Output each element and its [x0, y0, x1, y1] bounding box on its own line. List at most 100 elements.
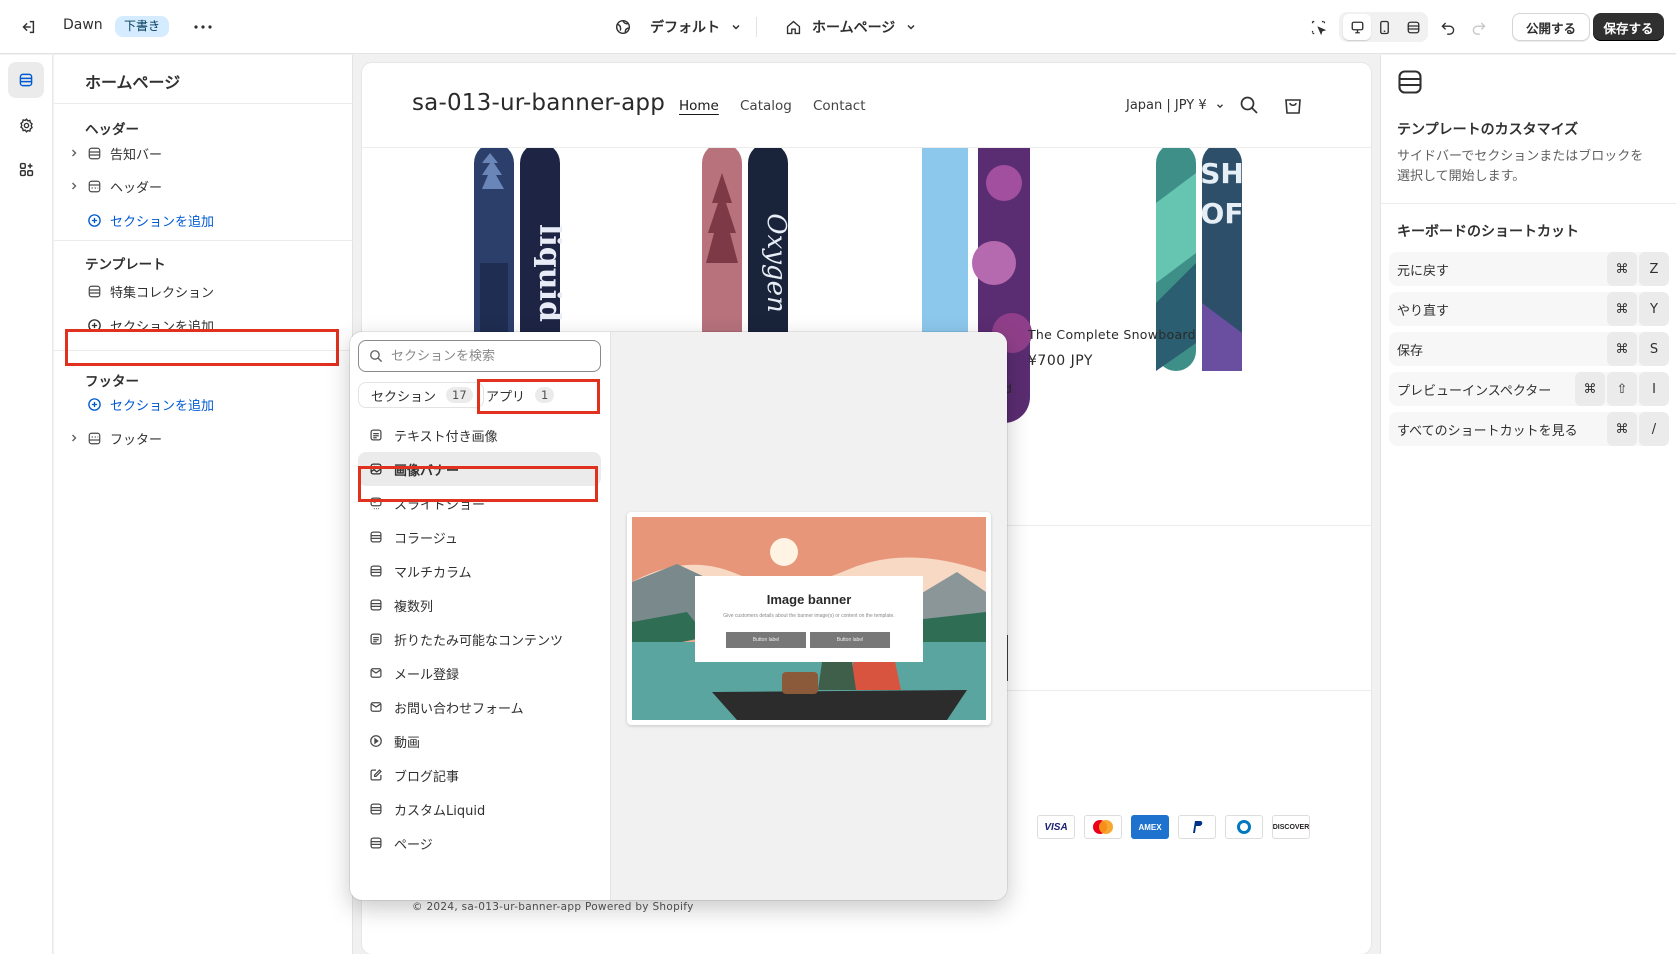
section-option-blog-posts[interactable]: ブログ記事: [358, 758, 601, 792]
theme-style-label: デフォルト: [650, 20, 720, 36]
sidebar-item-label: ヘッダー: [110, 180, 163, 196]
tab-sections[interactable]: セクション 17: [358, 382, 484, 408]
divider: [54, 103, 353, 104]
section-icon: [84, 143, 104, 163]
product-title[interactable]: The Complete Snowboard: [1028, 327, 1196, 342]
sidebar-item-label: 特集コレクション: [110, 285, 215, 301]
sidebar-item-header[interactable]: ヘッダー: [66, 171, 336, 201]
page-select-label: ホームページ: [812, 20, 896, 36]
section-search[interactable]: [358, 340, 601, 372]
more-actions-icon[interactable]: [190, 15, 216, 39]
chevron-right-icon[interactable]: [66, 178, 82, 194]
mastercard-icon: [1084, 815, 1122, 839]
shortcut-view-all: すべてのショートカットを見る ⌘ /: [1389, 412, 1669, 446]
header-section-icon: [84, 176, 104, 196]
section-option-video[interactable]: 動画: [358, 724, 601, 758]
command-key: ⌘: [1607, 252, 1637, 286]
section-option-multirow[interactable]: 複数列: [358, 588, 601, 622]
nav-contact[interactable]: Contact: [813, 98, 866, 114]
exit-icon[interactable]: [16, 15, 40, 39]
store-logo[interactable]: sa-013-ur-banner-app: [412, 90, 665, 116]
theme-style-select[interactable]: デフォルト: [614, 13, 742, 41]
svg-text:OF: OF: [1201, 197, 1244, 230]
sections-icon[interactable]: [8, 62, 44, 98]
diners-icon: [1225, 815, 1263, 839]
template-group-title: テンプレート: [85, 257, 166, 273]
plus-circle-icon: [84, 394, 104, 414]
key: /: [1639, 412, 1669, 446]
panel-description: サイドバーでセクションまたはブロックを選択して開始します。: [1397, 149, 1644, 184]
amex-icon: AMEX: [1131, 815, 1169, 839]
divider: [1381, 203, 1676, 204]
tab-label: セクション: [371, 389, 437, 405]
add-section-header[interactable]: セクションを追加: [66, 205, 336, 235]
country-selector[interactable]: Japan | JPY ¥: [1126, 98, 1225, 113]
nav-catalog[interactable]: Catalog: [740, 98, 792, 114]
paypal-icon: [1178, 815, 1216, 839]
chevron-down-icon: [1215, 101, 1225, 111]
sidebar-item-footer[interactable]: フッター: [66, 423, 336, 453]
plus-circle-icon: [84, 210, 104, 230]
section-option-collapsible-content[interactable]: 折りたたみ可能なコンテンツ: [358, 622, 601, 656]
chevron-down-icon: [730, 21, 742, 33]
banner-title: Image banner: [766, 592, 852, 607]
store-header: sa-013-ur-banner-app Home Catalog Contac…: [362, 63, 1371, 148]
fullscreen-icon[interactable]: [1400, 14, 1426, 40]
section-option-page[interactable]: ページ: [358, 826, 601, 860]
highlight-box: [477, 379, 600, 414]
product-price: ¥700 JPY: [1028, 353, 1093, 369]
section-option-collage[interactable]: コラージュ: [358, 520, 601, 554]
section-option-contact-form[interactable]: お問い合わせフォーム: [358, 690, 601, 724]
section-option-image-with-text[interactable]: テキスト付き画像: [358, 418, 601, 452]
email-icon: [368, 665, 384, 681]
sidebar-item-label: フッター: [110, 432, 163, 448]
banner-content-box: Image banner Give customers details abou…: [695, 576, 923, 662]
panel-title: テンプレートのカスタマイズ: [1397, 122, 1579, 138]
sidebar-item-featured-collection[interactable]: 特集コレクション: [66, 276, 336, 306]
template-icon: [1395, 67, 1425, 97]
key: S: [1639, 332, 1669, 366]
search-icon[interactable]: [1239, 95, 1259, 115]
command-key: ⌘: [1607, 412, 1637, 446]
section-search-input[interactable]: [391, 348, 591, 364]
cart-icon[interactable]: [1282, 94, 1304, 116]
shortcut-inspector: プレビューインスペクター ⌘ ⇧ I: [1389, 372, 1669, 406]
section-icon: [368, 801, 384, 817]
mobile-icon[interactable]: [1371, 14, 1397, 40]
shortcuts-title: キーボードのショートカット: [1397, 224, 1579, 240]
banner-text: Give customers details about the banner …: [723, 613, 895, 619]
apps-icon[interactable]: [8, 151, 44, 187]
key: Z: [1639, 252, 1669, 286]
undo-icon[interactable]: [1435, 14, 1461, 40]
left-rail: [0, 55, 53, 954]
chevron-down-icon: [905, 21, 917, 33]
svg-text:SH: SH: [1200, 157, 1244, 190]
add-section-footer[interactable]: セクションを追加: [66, 389, 336, 419]
country-label: Japan | JPY ¥: [1126, 98, 1207, 113]
section-option-email-signup[interactable]: メール登録: [358, 656, 601, 690]
chevron-right-icon[interactable]: [66, 145, 82, 161]
publish-button[interactable]: 公開する: [1512, 13, 1590, 41]
sidebar-item-label: 告知バー: [110, 147, 163, 163]
visa-icon: VISA: [1037, 815, 1075, 839]
sidebar-item-announcement-bar[interactable]: 告知バー: [66, 138, 336, 168]
section-icon: [368, 529, 384, 545]
highlight-box: [65, 329, 339, 366]
gear-icon[interactable]: [8, 107, 44, 143]
section-option-custom-liquid[interactable]: カスタムLiquid: [358, 792, 601, 826]
save-button[interactable]: 保存する: [1593, 13, 1664, 41]
section-sidebar: ホームページ ヘッダー 告知バー ヘッダー セクションを追加 テンプレート 特集…: [54, 55, 353, 954]
edit-icon: [368, 767, 384, 783]
tab-count: 17: [446, 387, 473, 403]
inspector-icon[interactable]: [1305, 14, 1331, 40]
shortcut-undo: 元に戻す ⌘ Z: [1389, 252, 1669, 286]
redo-icon[interactable]: [1466, 14, 1492, 40]
chevron-right-icon[interactable]: [66, 430, 82, 446]
page-select[interactable]: ホームページ: [785, 13, 917, 41]
section-option-multicolumn[interactable]: マルチカラム: [358, 554, 601, 588]
shortcut-save: 保存 ⌘ S: [1389, 332, 1669, 366]
search-icon: [369, 349, 383, 363]
command-key: ⌘: [1607, 332, 1637, 366]
desktop-icon[interactable]: [1344, 14, 1370, 40]
nav-home[interactable]: Home: [679, 98, 719, 114]
